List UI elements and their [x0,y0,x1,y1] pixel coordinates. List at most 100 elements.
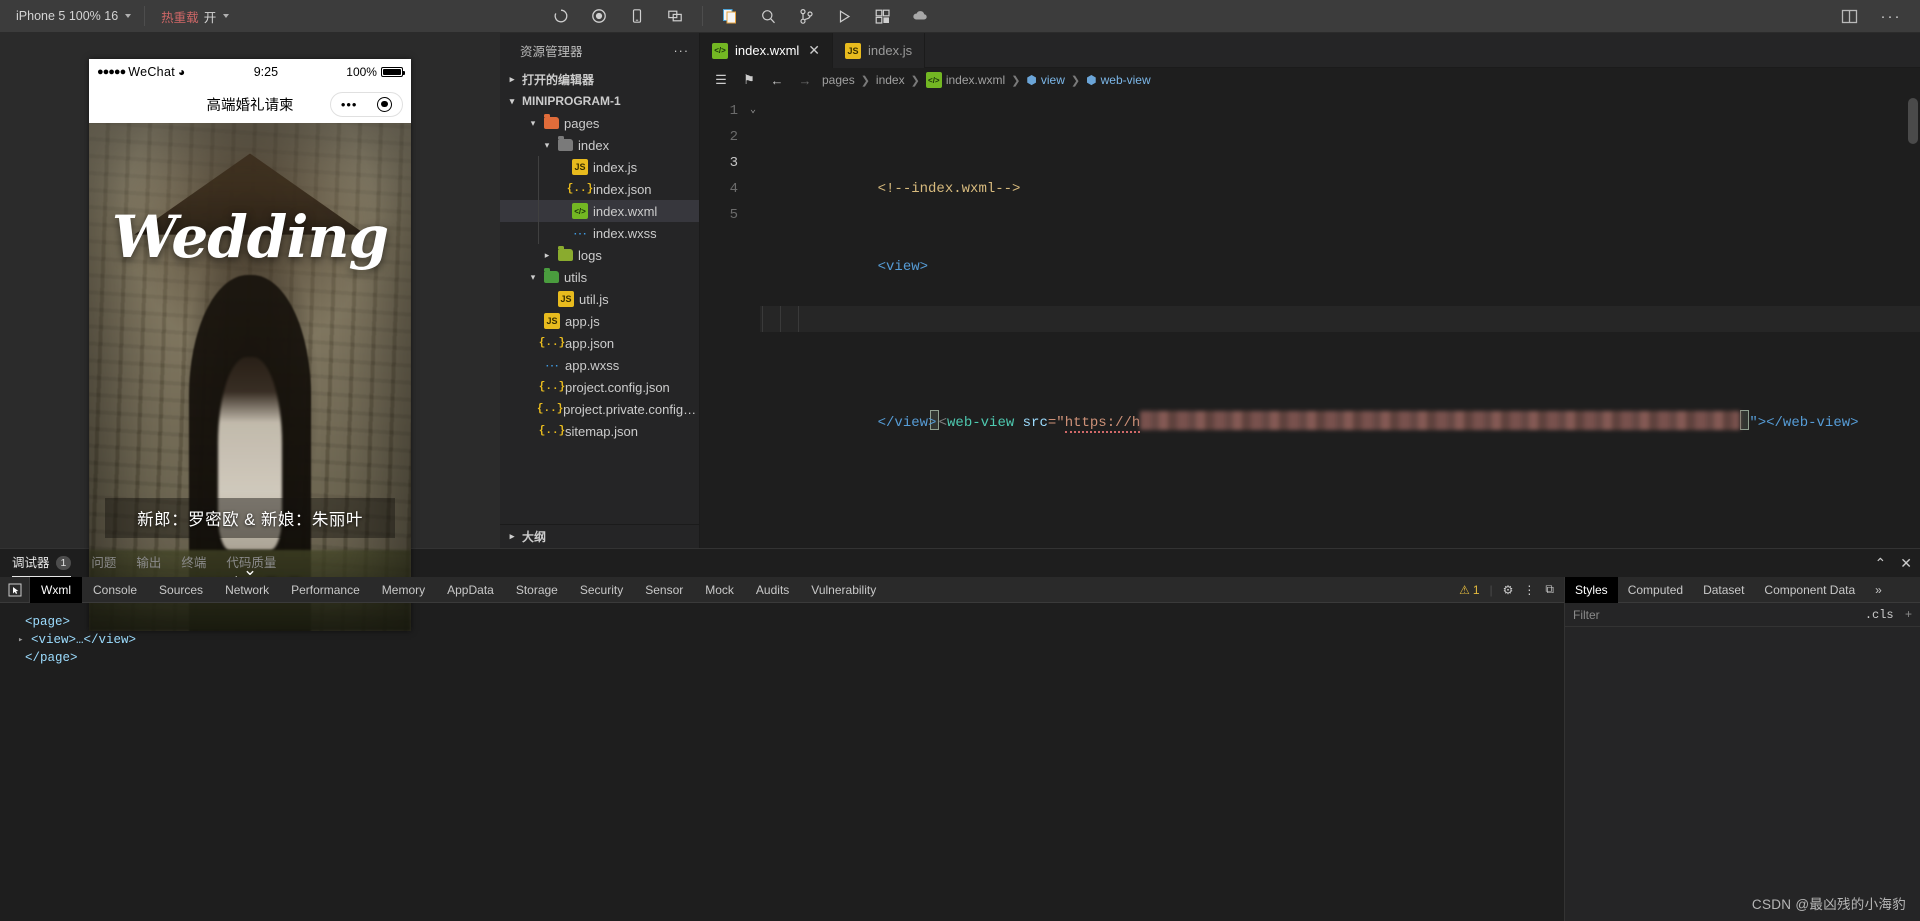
settings-gear-icon[interactable]: ⚙ [1503,583,1514,597]
file-tree-item[interactable]: {..} sitemap.json [500,420,699,442]
file-tree-item[interactable]: {..} project.private.config.js... [500,398,699,420]
file-tree-item[interactable]: ▾ pages [500,112,699,134]
sidebar-tab-component-data[interactable]: Component Data [1754,577,1865,603]
devtools-tab-memory[interactable]: Memory [371,577,436,603]
cursor-select-icon[interactable] [0,576,30,603]
sidebar-tab-computed[interactable]: Computed [1618,577,1693,603]
close-panel-icon[interactable]: ✕ [1900,555,1912,572]
file-tree-item[interactable]: {..} index.json [500,178,699,200]
add-style-rule-icon[interactable]: + [1905,607,1912,621]
sidebar-tab-styles[interactable]: Styles [1565,576,1618,603]
cls-button[interactable]: .cls [1865,608,1894,622]
file-tree-item[interactable]: ⋯ app.wxss [500,354,699,376]
sidebar-tab-dataset[interactable]: Dataset [1693,577,1754,603]
outline-list-icon[interactable]: ☰ [710,68,732,92]
tab-index-wxml[interactable]: </> index.wxml ✕ [700,33,834,68]
file-tree-item[interactable]: JS app.js [500,310,699,332]
panel-tab-output[interactable]: 输出 [136,549,161,577]
wxml-tree-row[interactable]: </page> [12,649,1564,667]
capsule-close-icon[interactable] [377,97,393,112]
wxml-tree-row[interactable]: ▸ <view>…</view> [12,631,1564,649]
devtools-tab-wxml[interactable]: Wxml [30,576,82,603]
devtools-tab-network[interactable]: Network [214,577,280,603]
chevron-right-icon[interactable]: ▸ [541,250,553,261]
devtools-tab-mock[interactable]: Mock [694,577,745,603]
file-tree-item[interactable]: ▾ index [500,134,699,156]
collapse-panel-icon[interactable]: ⌃ [1875,555,1887,572]
breadcrumb-item-index[interactable]: index [876,73,905,87]
breadcrumb-item-view[interactable]: ⬢ view [1026,73,1065,87]
devtools-tab-appdata[interactable]: AppData [436,577,505,603]
toggle-panel-icon[interactable] [1830,0,1868,33]
breadcrumb-item-file[interactable]: </> index.wxml [925,72,1005,88]
file-tree-item-label: index.js [593,159,638,175]
source-control-icon[interactable] [787,0,825,33]
search-icon[interactable] [749,0,787,33]
devtools-tab-storage[interactable]: Storage [505,577,569,603]
devtools-tab-performance[interactable]: Performance [280,577,371,603]
dock-side-icon[interactable]: ⧉ [1545,582,1554,597]
chevron-right-icon: ▸ [509,73,515,84]
devtools-tab-console[interactable]: Console [82,577,148,603]
editor-column: </> index.wxml ✕ JS index.js ☰ ⚑ ← → pag… [700,33,1920,548]
devtools-tab-sources[interactable]: Sources [148,577,214,603]
open-editors-section[interactable]: ▸ 打开的编辑器 [500,68,699,90]
breadcrumb-item-web-view[interactable]: ⬢ web-view [1086,73,1151,87]
file-tree-item[interactable]: {..} project.config.json [500,376,699,398]
wechat-capsule[interactable]: ••• [330,92,403,117]
device-selector[interactable]: iPhone 5 100% 16 [0,0,144,33]
tree-arrow-icon[interactable]: ▸ [18,631,27,649]
refresh-icon[interactable] [542,0,580,33]
debug-icon[interactable] [825,0,863,33]
chevron-down-icon[interactable]: ▾ [527,272,539,283]
phone-preview-icon[interactable] [618,0,656,33]
explorer-more-icon[interactable]: ··· [674,44,690,58]
copy-files-icon[interactable] [711,0,749,33]
file-tree-item[interactable]: JS util.js [500,288,699,310]
file-tree-item[interactable]: ▾ utils [500,266,699,288]
extensions-icon[interactable] [863,0,901,33]
file-tree-item[interactable]: </> index.wxml [500,200,699,222]
forward-arrow-icon[interactable]: → [794,68,816,92]
wxml-tree[interactable]: <page> ▸ <view>…</view> </page> [0,603,1564,921]
panel-tab-problems[interactable]: 问题 [91,549,116,577]
file-tree-item[interactable]: ⋯ index.wxss [500,222,699,244]
devtools-tab-security[interactable]: Security [569,577,634,603]
panel-head-actions: ⌃ ✕ [1875,549,1912,577]
bookmark-icon[interactable]: ⚑ [738,68,760,92]
outline-section[interactable]: ▸ 大纲 [500,524,699,548]
devtools-tab-vulnerability[interactable]: Vulnerability [800,577,887,603]
devtools-tab-sensor[interactable]: Sensor [634,577,694,603]
wxml-file-icon: </> [925,72,942,88]
panel-tab-terminal[interactable]: 终端 [181,549,206,577]
code-editor[interactable]: 1 2 3 4 5 ⌄ <!--index.wxml--> <view> <we… [700,92,1920,548]
file-tree-item[interactable]: {..} app.json [500,332,699,354]
file-tree-item[interactable]: ▸ logs [500,244,699,266]
project-root-section[interactable]: ▾ MINIPROGRAM-1 [500,90,699,112]
chevron-down-icon[interactable]: ▾ [527,118,539,129]
hot-reload-selector[interactable]: 热重载 开 [145,0,242,33]
warning-icon[interactable]: ⚠ 1 [1459,583,1479,597]
back-arrow-icon[interactable]: ← [766,68,788,92]
style-filter-row: Filter .cls + [1565,603,1920,627]
close-icon[interactable]: ✕ [808,42,820,59]
code-fold-gutter[interactable]: ⌄ [746,98,760,540]
sidebar-tabs-overflow-icon[interactable]: » [1865,577,1892,603]
chevron-down-icon[interactable]: ▾ [541,140,553,151]
breadcrumb-item-pages[interactable]: pages [822,73,855,87]
code-lines[interactable]: <!--index.wxml--> <view> <web-view src="… [760,98,1920,540]
kebab-menu-icon[interactable]: ⋮ [1523,583,1535,597]
more-options-icon[interactable]: ··· [1872,0,1910,33]
multi-window-icon[interactable] [656,0,694,33]
panel-tab-debugger[interactable]: 调试器 1 [12,549,72,577]
capsule-menu-icon[interactable]: ••• [341,98,358,111]
cloud-icon[interactable] [901,0,939,33]
file-tree-item[interactable]: JS index.js [500,156,699,178]
record-stop-icon[interactable] [580,0,618,33]
tab-index-js[interactable]: JS index.js [833,33,926,68]
panel-tab-code-quality[interactable]: 代码质量 [226,549,276,577]
fold-marker[interactable]: ⌄ [746,98,760,124]
vertical-scrollbar[interactable] [1908,98,1918,144]
filter-placeholder-label[interactable]: Filter [1573,608,1600,622]
devtools-tab-audits[interactable]: Audits [745,577,800,603]
